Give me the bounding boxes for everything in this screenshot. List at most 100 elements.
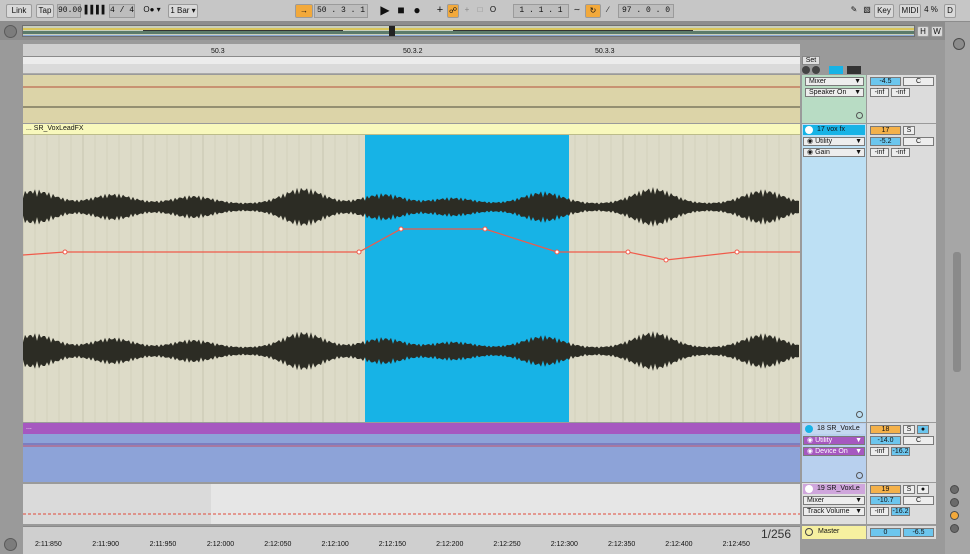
parameter-chooser[interactable]: ◉ Device On ▼ — [803, 447, 865, 456]
marker-bar[interactable] — [23, 64, 800, 74]
tap-button[interactable]: Tap — [36, 4, 54, 18]
set-button[interactable]: Set — [802, 56, 820, 65]
mixer-toggle-icon[interactable] — [950, 511, 959, 520]
time-selection[interactable] — [365, 135, 569, 422]
track-number[interactable]: 0 — [870, 528, 901, 537]
parameter-chooser[interactable]: Track Volume ▼ — [803, 507, 865, 516]
track-number[interactable]: 18 — [870, 425, 901, 434]
loop-icon[interactable]: ↻ — [585, 4, 601, 18]
position-field[interactable]: 50 . 3 . 1 — [314, 4, 368, 18]
overview-h-button[interactable]: H — [917, 26, 929, 37]
automation-arm-icon[interactable]: ☍ — [447, 4, 459, 18]
session-record-icon[interactable]: O — [487, 4, 499, 18]
solo-button[interactable]: S — [903, 126, 915, 135]
audio-clip-waveform[interactable] — [23, 135, 800, 422]
draw-mode-icon[interactable]: ✎ — [848, 4, 860, 18]
loop-start-field[interactable]: 1 . 1 . 1 — [513, 4, 569, 18]
pan-field[interactable]: C — [903, 137, 934, 146]
overview-w-button[interactable]: W — [931, 26, 943, 37]
add-lane-icon[interactable] — [856, 472, 863, 479]
loop-length-field[interactable]: 97 . 0 . 0 — [618, 4, 674, 18]
key-map-button[interactable]: Key — [874, 4, 894, 18]
pan-field[interactable]: C — [903, 436, 934, 445]
add-lane-icon[interactable] — [856, 411, 863, 418]
punch-in-icon[interactable]: ∼ — [571, 4, 583, 18]
volume-field[interactable]: -5.2 — [870, 137, 901, 146]
track-lane-18[interactable] — [23, 434, 800, 482]
track-title-bar[interactable]: 17 vox fx — [803, 125, 865, 135]
parameter-chooser[interactable]: ◉ Gain ▼ — [803, 148, 865, 157]
track-lane-mixer[interactable] — [23, 75, 800, 123]
automation-breakpoint[interactable] — [356, 249, 362, 255]
pan-field[interactable]: C — [903, 77, 934, 86]
keyboard-icon[interactable]: ▧ — [861, 4, 873, 18]
prev-locator-icon[interactable] — [802, 66, 810, 74]
device-chooser[interactable]: ◉ Utility ▼ — [803, 436, 865, 445]
track-title-bar[interactable]: 19 SR_VoxLe — [803, 484, 865, 494]
monitor-icon[interactable]: ● — [917, 425, 929, 434]
overview-strip[interactable] — [22, 25, 915, 37]
time-ruler[interactable]: 2:11:850 2:11:900 2:11:950 2:12:000 2:12:050… — [23, 526, 800, 554]
volume-field[interactable]: -14.0 — [870, 436, 901, 445]
track-lane-19[interactable] — [23, 484, 800, 524]
metronome-nudge-icon[interactable]: ▌▌▌▌ — [84, 4, 108, 18]
record-icon[interactable]: ● — [410, 4, 424, 18]
track-name: Master — [818, 528, 840, 535]
fold-icon[interactable] — [805, 485, 813, 493]
follow-icon[interactable]: → — [295, 4, 313, 18]
lock-icon[interactable] — [847, 66, 861, 74]
automation-breakpoint[interactable] — [398, 226, 404, 232]
track-number[interactable]: 17 — [870, 126, 901, 135]
device-chooser[interactable]: Mixer ▼ — [803, 496, 865, 505]
vertical-scrollbar[interactable] — [953, 252, 961, 372]
clip-header[interactable]: ... SR_VoxLeadFX — [23, 124, 800, 135]
browser-toggle-icon[interactable] — [953, 38, 965, 50]
automation-breakpoint[interactable] — [62, 249, 68, 255]
track1-device-panel: Mixer ▼ Speaker On ▼ — [802, 75, 866, 123]
delay-toggle-icon[interactable] — [950, 524, 959, 533]
info-view-icon[interactable] — [4, 538, 17, 551]
parameter-chooser[interactable]: Speaker On ▼ — [805, 88, 864, 97]
fold-icon[interactable] — [805, 425, 813, 433]
capture-icon[interactable]: □ — [474, 4, 486, 18]
pan-field[interactable]: C — [903, 496, 934, 505]
play-icon[interactable]: ▶ — [378, 4, 392, 18]
monitor-icon[interactable]: ● — [917, 485, 929, 494]
ruler-tick: 50.3.3 — [595, 48, 615, 55]
loop-bar[interactable] — [23, 57, 800, 64]
next-locator-icon[interactable] — [812, 66, 820, 74]
solo-button[interactable]: S — [903, 425, 915, 434]
beat-ruler[interactable]: 50.3 50.3.2 50.3.3 — [23, 44, 800, 57]
link-button[interactable]: Link — [6, 4, 32, 18]
volume-field[interactable]: -10.7 — [870, 496, 901, 505]
automation-breakpoint[interactable] — [482, 226, 488, 232]
track-number[interactable]: 19 — [870, 485, 901, 494]
stop-icon[interactable]: ■ — [394, 4, 408, 18]
metronome-icon[interactable]: O● ▾ — [140, 4, 164, 18]
device-chooser[interactable]: ◉ Utility ▼ — [803, 137, 865, 146]
midi-map-button[interactable]: MIDI — [899, 4, 921, 18]
add-lane-icon[interactable] — [856, 112, 863, 119]
volume-field[interactable]: -6.5 — [903, 528, 934, 537]
overview-toggle-icon[interactable] — [4, 25, 17, 38]
fold-icon[interactable] — [805, 126, 813, 134]
pencil-icon[interactable] — [829, 66, 843, 74]
automation-breakpoint[interactable] — [554, 249, 560, 255]
punch-out-icon[interactable]: ∕ — [602, 4, 614, 18]
quantize-dropdown[interactable]: 1 Bar ▾ — [168, 4, 198, 18]
fold-icon[interactable] — [805, 528, 813, 536]
sends-toggle-icon[interactable] — [950, 498, 959, 507]
overdub-icon[interactable]: + — [434, 4, 446, 18]
track-title-bar[interactable]: 18 SR_VoxLe — [803, 424, 865, 434]
reenable-automation-icon[interactable]: + — [461, 4, 473, 18]
automation-breakpoint[interactable] — [663, 257, 669, 263]
automation-breakpoint[interactable] — [734, 249, 740, 255]
device-chooser[interactable]: Mixer ▼ — [805, 77, 864, 86]
automation-breakpoint[interactable] — [625, 249, 631, 255]
tempo-field[interactable]: 90.00 — [57, 4, 82, 18]
volume-field[interactable]: -4.5 — [870, 77, 901, 86]
time-signature-field[interactable]: 4 / 4 — [109, 4, 135, 18]
io-toggle-icon[interactable] — [950, 485, 959, 494]
clip-header[interactable]: ... — [23, 423, 800, 434]
solo-button[interactable]: S — [903, 485, 915, 494]
